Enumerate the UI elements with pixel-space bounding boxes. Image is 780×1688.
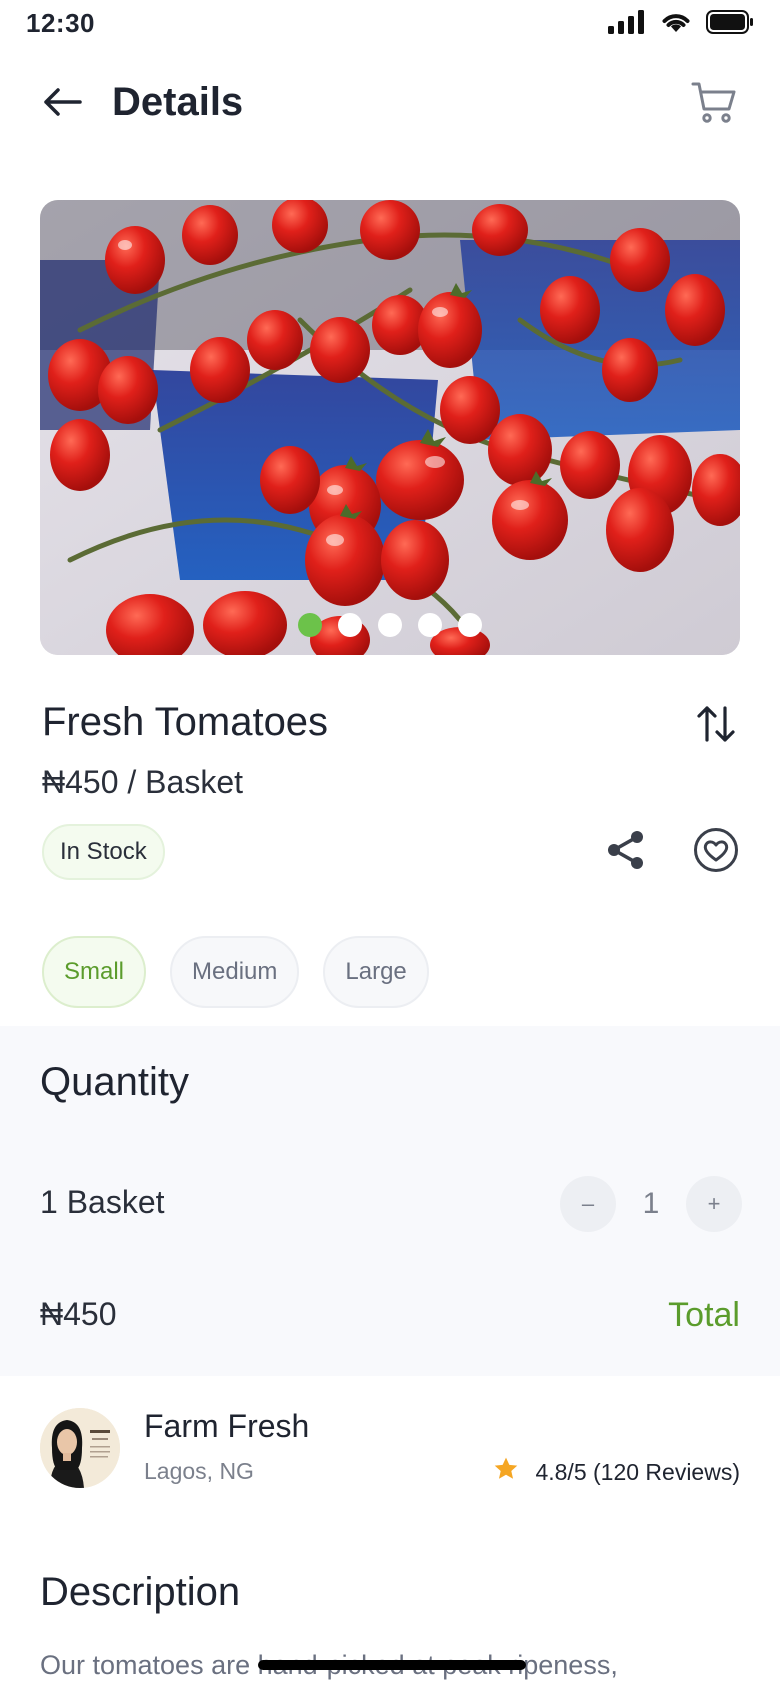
sort-button[interactable] xyxy=(692,702,740,750)
size-option-small[interactable]: Small xyxy=(42,936,147,1008)
share-button[interactable] xyxy=(600,826,652,878)
favorite-button[interactable] xyxy=(690,826,742,878)
size-option-large[interactable]: Large xyxy=(323,936,429,1008)
signal-icon xyxy=(608,10,646,39)
total-label: Total xyxy=(668,1296,740,1334)
home-indicator[interactable] xyxy=(258,1660,526,1670)
wifi-icon xyxy=(660,10,692,39)
status-icons xyxy=(608,10,754,39)
carousel-dot[interactable] xyxy=(418,613,442,637)
product-image-carousel[interactable] xyxy=(40,200,740,655)
description-title: Description xyxy=(40,1570,241,1614)
app-header: Details xyxy=(0,60,780,150)
quantity-unit-label: 1 Basket xyxy=(40,1184,165,1220)
cart-button[interactable] xyxy=(688,78,740,130)
battery-icon xyxy=(706,10,754,39)
carousel-dot[interactable] xyxy=(298,613,322,637)
carousel-dots xyxy=(40,613,740,637)
seller-rating: 4.8/5 (120 Reviews) xyxy=(493,1456,740,1488)
quantity-title: Quantity xyxy=(40,1060,189,1104)
avatar[interactable] xyxy=(40,1408,120,1488)
carousel-dot[interactable] xyxy=(338,613,362,637)
seller-card[interactable]: Farm Fresh Lagos, NG 4.8/5 (120 Reviews) xyxy=(40,1408,740,1488)
heart-icon xyxy=(693,827,739,878)
star-icon xyxy=(493,1456,519,1488)
page-title: Details xyxy=(112,80,244,124)
seller-location: Lagos, NG xyxy=(144,1458,254,1484)
cart-icon xyxy=(691,79,737,130)
product-price: ₦450 / Basket xyxy=(42,764,243,800)
rating-text: 4.8/5 (120 Reviews) xyxy=(535,1458,740,1485)
quantity-panel: Quantity 1 Basket – 1 + ₦450 Total xyxy=(0,1026,780,1376)
size-option-medium[interactable]: Medium xyxy=(170,936,300,1008)
stock-status-badge: In Stock xyxy=(42,824,165,880)
product-name: Fresh Tomatoes xyxy=(42,700,329,744)
increment-button[interactable]: + xyxy=(686,1176,742,1232)
size-options: Small Medium Large xyxy=(42,936,429,1008)
carousel-dot[interactable] xyxy=(458,613,482,637)
quantity-value: 1 xyxy=(642,1187,660,1220)
status-time: 12:30 xyxy=(26,8,95,38)
sort-arrows-icon xyxy=(697,704,735,749)
share-icon xyxy=(606,829,646,876)
decrement-button[interactable]: – xyxy=(560,1176,616,1232)
carousel-dot[interactable] xyxy=(378,613,402,637)
product-image xyxy=(40,200,740,655)
status-bar: 12:30 xyxy=(0,0,780,50)
arrow-left-icon xyxy=(42,87,82,122)
back-button[interactable] xyxy=(40,82,84,126)
seller-name: Farm Fresh xyxy=(144,1408,310,1444)
total-price: ₦450 xyxy=(40,1296,117,1332)
quantity-stepper: – 1 + xyxy=(560,1176,742,1232)
